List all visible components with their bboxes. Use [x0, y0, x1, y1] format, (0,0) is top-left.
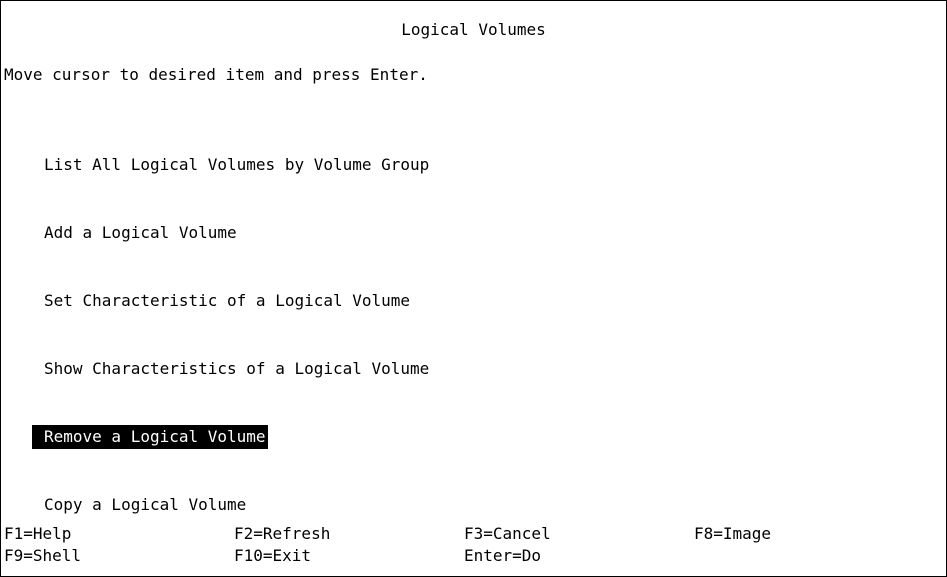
- menu-item-label: List All Logical Volumes by Volume Group: [44, 155, 430, 174]
- f1-help-key[interactable]: F1=Help: [4, 523, 234, 545]
- f10-exit-key[interactable]: F10=Exit: [234, 545, 464, 567]
- instructions-text: Move cursor to desired item and press En…: [4, 65, 428, 84]
- f9-shell-key[interactable]: F9=Shell: [4, 545, 234, 567]
- menu-list: List All Logical Volumes by Volume Group…: [32, 109, 431, 561]
- menu-item-remove-logical-volume[interactable]: Remove a Logical Volume: [32, 425, 431, 449]
- menu-item-label: Set Characteristic of a Logical Volume: [44, 291, 411, 310]
- f2-refresh-key[interactable]: F2=Refresh: [234, 523, 464, 545]
- menu-item-copy-logical-volume[interactable]: Copy a Logical Volume: [32, 493, 431, 517]
- menu-item-label-selected: Remove a Logical Volume: [32, 425, 268, 449]
- smit-screen: Logical Volumes Move cursor to desired i…: [0, 0, 947, 577]
- screen-title: Logical Volumes: [401, 20, 546, 39]
- f3-cancel-key[interactable]: F3=Cancel: [464, 523, 694, 545]
- menu-item-label: Show Characteristics of a Logical Volume: [44, 359, 430, 378]
- f8-image-key[interactable]: F8=Image: [694, 523, 924, 545]
- menu-item-add-logical-volume[interactable]: Add a Logical Volume: [32, 221, 431, 245]
- menu-item-list-all-logical-volumes[interactable]: List All Logical Volumes by Volume Group: [32, 153, 431, 177]
- menu-item-label: Add a Logical Volume: [44, 223, 237, 242]
- menu-item-set-characteristic[interactable]: Set Characteristic of a Logical Volume: [32, 289, 431, 313]
- function-key-bar: F1=Help F2=Refresh F3=Cancel F8=Image F9…: [4, 523, 924, 567]
- menu-item-label: Copy a Logical Volume: [44, 495, 247, 514]
- menu-item-show-characteristics[interactable]: Show Characteristics of a Logical Volume: [32, 357, 431, 381]
- enter-do-key[interactable]: Enter=Do: [464, 545, 694, 567]
